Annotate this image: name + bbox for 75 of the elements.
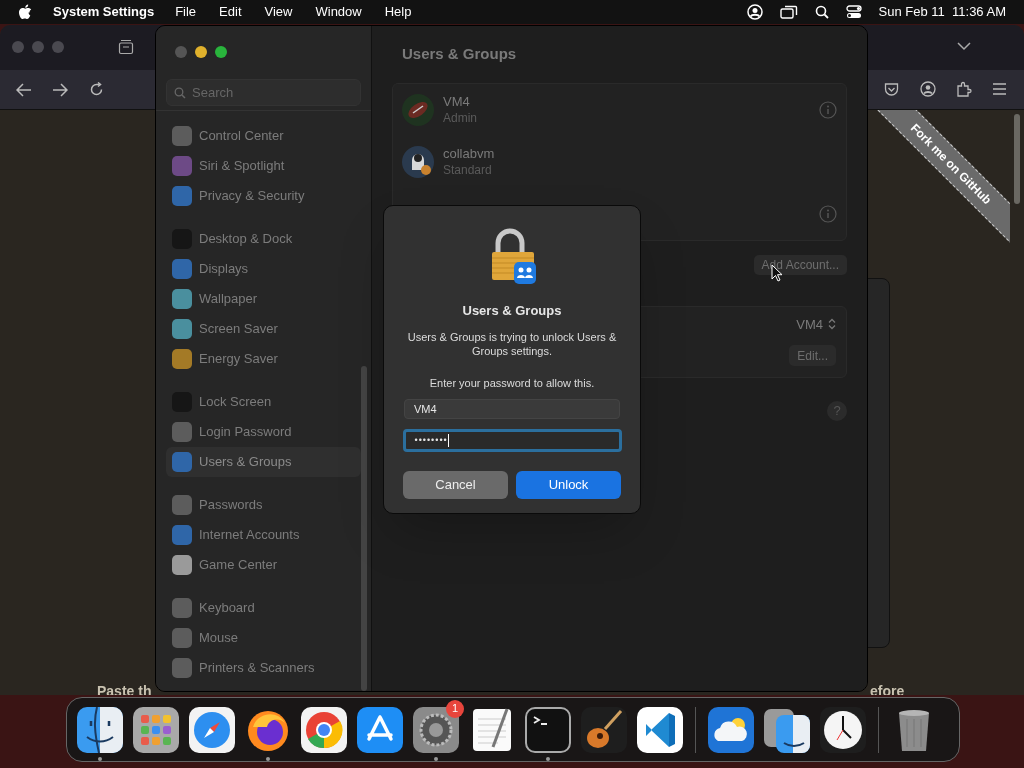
dialog-prompt: Enter your password to allow this. [429, 375, 595, 391]
app-menu[interactable]: System Settings [53, 2, 155, 22]
menu-item[interactable]: Help [384, 2, 412, 22]
notification-badge: 1 [446, 699, 464, 718]
sidebar-item[interactable]: Internet Accounts [166, 520, 361, 550]
terminal-icon[interactable] [525, 706, 571, 753]
guitar-icon[interactable] [581, 706, 627, 753]
sidebar-item[interactable]: Energy Saver [166, 344, 361, 374]
app-store-icon[interactable] [357, 706, 403, 753]
football-avatar-icon [402, 93, 434, 126]
user-role: Standard [443, 161, 493, 179]
back-icon[interactable] [16, 83, 32, 97]
chevron-down-icon[interactable] [957, 42, 971, 51]
sidebar-item[interactable]: Users & Groups [166, 447, 361, 477]
bird-avatar-icon [402, 145, 434, 178]
search-icon [174, 86, 186, 99]
gear-icon[interactable] [413, 706, 459, 753]
apple-logo-icon[interactable] [18, 4, 32, 20]
search-field[interactable]: Search [166, 79, 361, 106]
dialog-title: Users & Groups [462, 302, 562, 320]
menu-item[interactable]: Edit [219, 2, 242, 22]
account-icon[interactable] [920, 81, 936, 97]
edit-button[interactable]: Edit... [789, 345, 836, 366]
forward-icon[interactable] [52, 83, 68, 97]
sidebar-item[interactable]: Privacy & Security [166, 181, 361, 211]
scrollbar-thumb[interactable] [1014, 114, 1020, 204]
control-center-icon[interactable] [845, 5, 862, 19]
extensions-icon[interactable] [957, 81, 972, 97]
cancel-button[interactable]: Cancel [403, 471, 508, 499]
clock-icon[interactable] [820, 706, 866, 753]
user-role: Admin [443, 109, 477, 127]
sidebar-item[interactable]: Login Password [166, 417, 361, 447]
help-button[interactable]: ? [827, 400, 847, 421]
scrollbar-thumb[interactable] [361, 366, 367, 691]
sidebar-item[interactable]: Desktop & Dock [166, 224, 361, 254]
menu-icon[interactable] [993, 83, 1006, 95]
user-name: VM4 [443, 92, 471, 110]
sidebar-item[interactable]: Mouse [166, 623, 361, 653]
app-grid-icon[interactable] [133, 706, 179, 753]
sidebar-item[interactable]: Keyboard [166, 593, 361, 623]
dialog-message: Users & Groups is trying to unlock Users & Groups settings. [406, 329, 618, 358]
sidebar-item[interactable]: Game Center [166, 550, 361, 580]
windows-icon[interactable] [779, 5, 798, 19]
password-field[interactable]: •••••••• [402, 429, 622, 452]
user-popup[interactable]: VM4 [796, 314, 836, 334]
cloud-icon[interactable] [708, 706, 754, 753]
sidebar-item[interactable]: Screen Saver [166, 314, 361, 344]
sidebar-item[interactable]: Displays [166, 254, 361, 284]
chrome-icon[interactable] [301, 706, 347, 753]
unlock-button[interactable]: Unlock [516, 471, 621, 499]
search-icon[interactable] [814, 5, 829, 19]
updown-chevron-icon [828, 318, 836, 331]
user-icon[interactable] [746, 4, 763, 20]
sidebar-item[interactable]: Lock Screen [166, 387, 361, 417]
menu-item[interactable]: View [264, 2, 293, 22]
menu-item[interactable]: File [175, 2, 197, 22]
pane-title: Users & Groups [401, 44, 518, 64]
sidebar-item[interactable]: Control Center [166, 121, 361, 151]
username-field[interactable]: VM4 [404, 399, 620, 419]
menu-bar-clock[interactable]: Sun Feb 11 11:36 AM [878, 2, 1006, 22]
minimize-button[interactable] [195, 46, 207, 58]
code-editor-icon[interactable] [637, 706, 683, 753]
menu-item[interactable]: Window [315, 2, 362, 22]
tab-overview-icon[interactable] [118, 39, 134, 55]
zoom-button[interactable] [215, 46, 227, 58]
compass-icon[interactable] [189, 706, 235, 753]
sidebar-item[interactable]: Wallpaper [166, 284, 361, 314]
user-name: collabvm [443, 144, 495, 162]
sidebar-item[interactable]: Passwords [166, 490, 361, 520]
reload-icon[interactable] [89, 82, 104, 97]
sidebar-item[interactable]: Printers & Scanners [166, 653, 361, 683]
finder-icon[interactable] [764, 706, 810, 753]
finder-icon[interactable] [77, 706, 123, 753]
sidebar-item[interactable]: Siri & Spotlight [166, 151, 361, 181]
pocket-icon[interactable] [884, 82, 899, 97]
